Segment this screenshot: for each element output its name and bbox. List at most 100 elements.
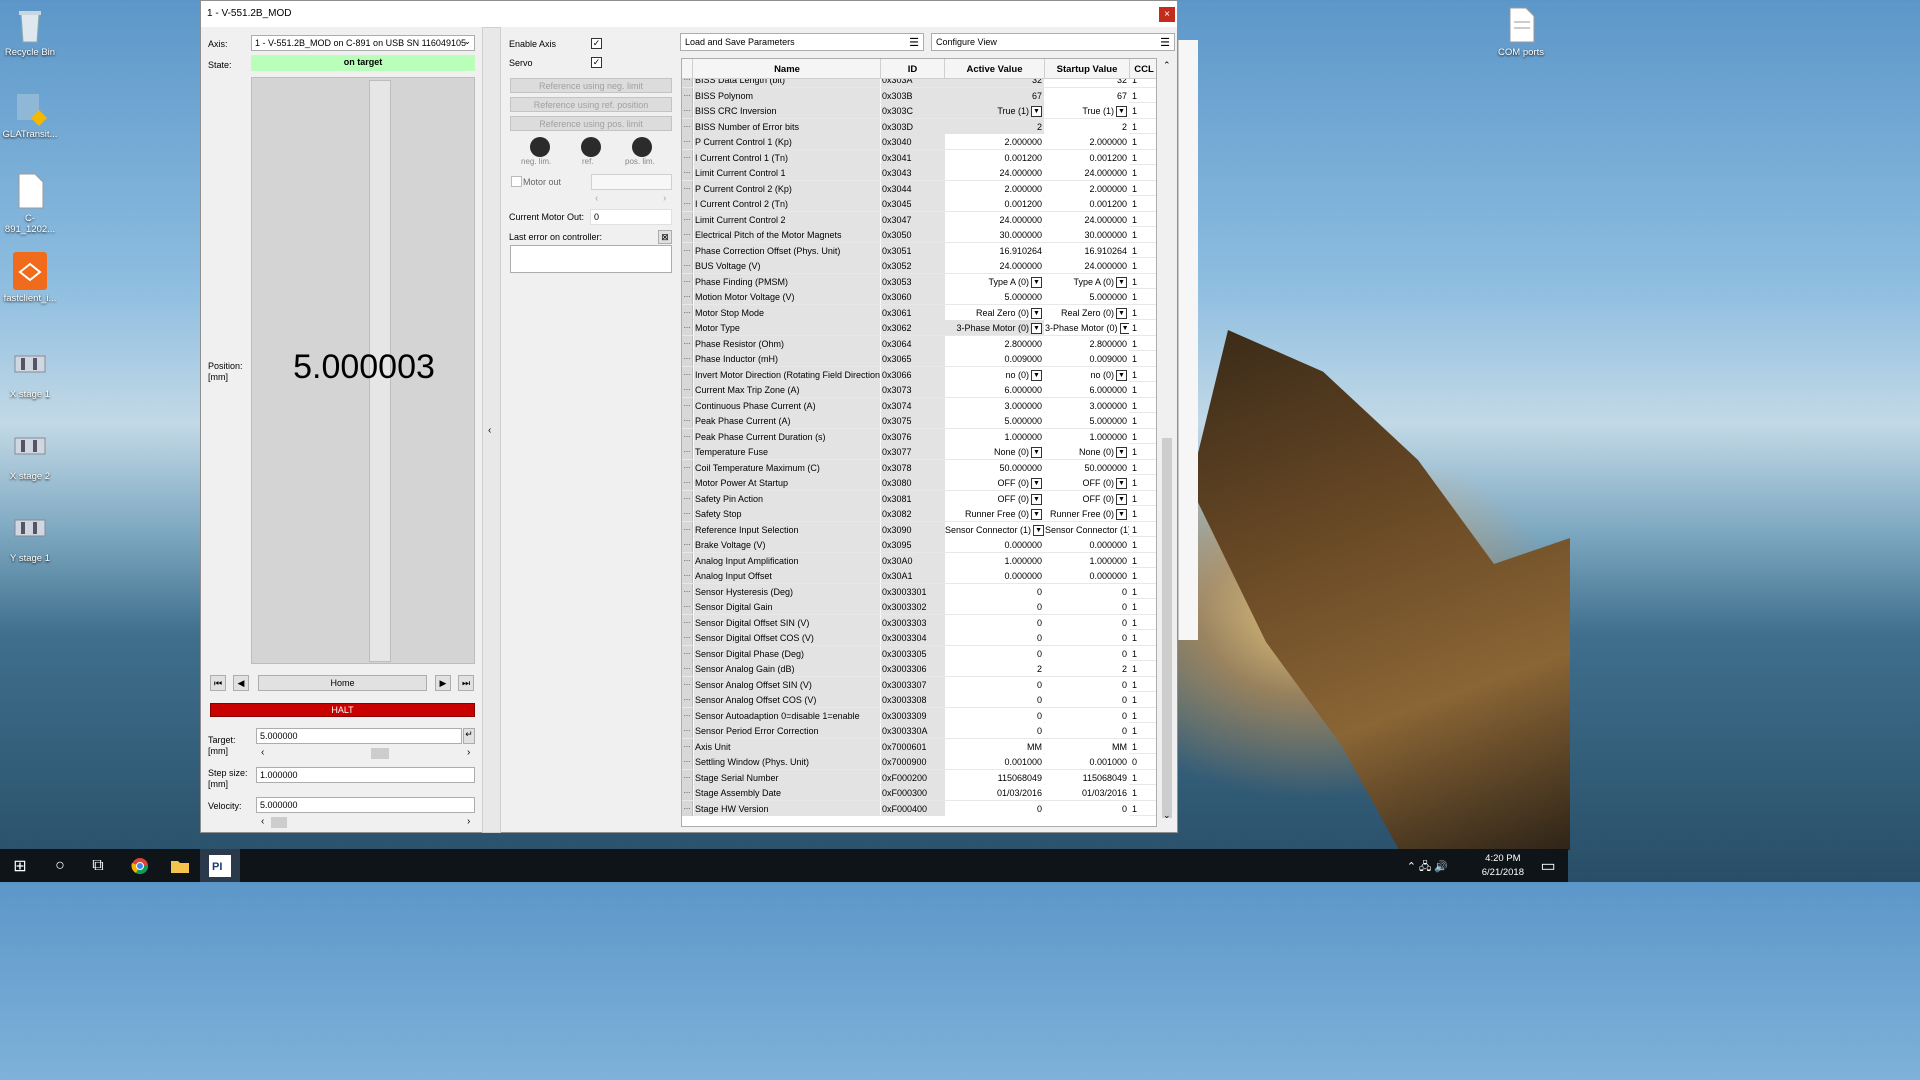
param-active-value[interactable]: 16.910264: [945, 242, 1044, 258]
table-row[interactable]: … Sensor Analog Offset COS (V) 0x3003308 0 0…: [682, 692, 1156, 708]
target-slider-thumb[interactable]: [371, 748, 389, 759]
param-startup-value[interactable]: 3.000000: [1045, 397, 1129, 413]
dropdown-arrow-icon[interactable]: ▼: [1116, 493, 1127, 505]
go-negative-limit-button[interactable]: ⏮: [210, 675, 226, 691]
param-startup-value[interactable]: 16.910264: [1045, 242, 1129, 258]
table-row[interactable]: … Analog Input Offset 0x30A1 0.000000 0.0000…: [682, 568, 1156, 584]
grid-scrollbar[interactable]: ⌃ ⌄: [1160, 58, 1174, 827]
reference-pos-limit-button[interactable]: Reference using pos. limit: [510, 116, 672, 131]
param-startup-value[interactable]: Runner Free (0) ▼: [1045, 506, 1129, 521]
param-startup-value[interactable]: 2: [1045, 118, 1129, 134]
chevron-down-icon[interactable]: ⌄: [1163, 810, 1171, 821]
table-row[interactable]: … Coil Temperature Maximum (C) 0x3078 50.00…: [682, 459, 1156, 475]
param-startup-value[interactable]: OFF (0) ▼: [1045, 490, 1129, 506]
velocity-slider-right-arrow[interactable]: ›: [467, 816, 470, 827]
dropdown-arrow-icon[interactable]: ▼: [1031, 106, 1042, 118]
table-row[interactable]: … Limit Current Control 2 0x3047 24.000000 2…: [682, 211, 1156, 227]
table-row[interactable]: … Sensor Digital Phase (Deg) 0x3003305 0 0 1: [682, 645, 1156, 661]
table-row[interactable]: … Stage HW Version 0xF000400 0 0 1: [682, 800, 1156, 816]
servo-checkbox[interactable]: ✓: [591, 57, 602, 68]
param-startup-value[interactable]: 24.000000: [1045, 211, 1129, 227]
motor-out-slider-left[interactable]: ‹: [595, 193, 598, 204]
table-row[interactable]: … BISS Number of Error bits 0x303D 2 2 1: [682, 118, 1156, 134]
param-startup-value[interactable]: Sensor Connector (1)▼: [1045, 521, 1129, 537]
header-active-value[interactable]: Active Value: [945, 59, 1045, 79]
chevron-up-icon[interactable]: ⌃: [1163, 60, 1171, 71]
desktop-icon-recycle-bin[interactable]: Recycle Bin: [0, 6, 60, 58]
param-startup-value[interactable]: OFF (0) ▼: [1045, 475, 1129, 490]
enable-axis-checkbox[interactable]: ✓: [591, 38, 602, 49]
table-row[interactable]: … Phase Inductor (mH) 0x3065 0.009000 0.0090…: [682, 351, 1156, 367]
param-active-value[interactable]: 0: [945, 599, 1044, 614]
param-active-value[interactable]: 0.000000: [945, 537, 1044, 552]
axis-select[interactable]: 1 - V-551.2B_MOD on C-891 on USB SN 1160…: [251, 35, 475, 51]
param-startup-value[interactable]: 0.001200: [1045, 196, 1129, 211]
dropdown-arrow-icon[interactable]: ▼: [1031, 509, 1042, 521]
table-row[interactable]: … Safety Stop 0x3082 Runner Free (0) ▼ Runner…: [682, 506, 1156, 522]
param-startup-value[interactable]: 0: [1045, 692, 1129, 707]
table-row[interactable]: … P Current Control 1 (Kp) 0x3040 2.000000 2…: [682, 134, 1156, 150]
dropdown-arrow-icon[interactable]: ▼: [1116, 106, 1127, 118]
step-forward-button[interactable]: ▶: [435, 675, 451, 691]
param-startup-value[interactable]: 24.000000: [1045, 165, 1129, 180]
search-button[interactable]: ○: [40, 849, 80, 882]
dropdown-arrow-icon[interactable]: ▼: [1116, 276, 1127, 288]
param-active-value[interactable]: 115068049: [945, 769, 1044, 785]
param-active-value[interactable]: 5.000000: [945, 289, 1044, 304]
table-row[interactable]: … Sensor Digital Offset SIN (V) 0x3003303 0…: [682, 614, 1156, 630]
close-button[interactable]: ×: [1159, 7, 1175, 22]
table-row[interactable]: … Motor Type 0x3062 3-Phase Motor (0) ▼ 3-Pha…: [682, 320, 1156, 336]
table-row[interactable]: … Sensor Period Error Correction 0x300330A…: [682, 723, 1156, 739]
dropdown-arrow-icon[interactable]: ▼: [1116, 478, 1127, 490]
table-row[interactable]: … Limit Current Control 1 0x3043 24.000000 2…: [682, 165, 1156, 181]
param-active-value[interactable]: 0.000000: [945, 568, 1044, 583]
table-row[interactable]: … Brake Voltage (V) 0x3095 0.000000 0.000000…: [682, 537, 1156, 553]
param-active-value[interactable]: 1.000000: [945, 428, 1044, 444]
table-row[interactable]: … Phase Resistor (Ohm) 0x3064 2.800000 2.800…: [682, 335, 1156, 351]
param-active-value[interactable]: 67: [945, 87, 1044, 103]
motor-out-slider-right[interactable]: ›: [663, 193, 666, 204]
param-active-value[interactable]: True (1) ▼: [945, 103, 1044, 118]
start-button[interactable]: ⊞: [0, 849, 40, 882]
header-ccl[interactable]: CCL: [1130, 59, 1156, 79]
table-row[interactable]: … Stage Serial Number 0xF000200 115068049 11…: [682, 769, 1156, 785]
desktop-icon-x-stage-2[interactable]: X stage 2: [0, 430, 60, 482]
param-active-value[interactable]: Sensor Connector (1) ▼: [945, 521, 1044, 537]
param-active-value[interactable]: 24.000000: [945, 258, 1044, 273]
param-active-value[interactable]: 2.800000: [945, 335, 1044, 351]
table-row[interactable]: … Reference Input Selection 0x3090 Sensor C…: [682, 521, 1156, 537]
param-active-value[interactable]: 0: [945, 723, 1044, 738]
param-active-value[interactable]: 50.000000: [945, 459, 1044, 475]
param-startup-value[interactable]: 0: [1045, 676, 1129, 692]
param-startup-value[interactable]: True (1) ▼: [1045, 103, 1129, 118]
target-slider-right-arrow[interactable]: ›: [467, 747, 470, 758]
desktop-icon-glatransit[interactable]: GLATransit...: [0, 88, 60, 140]
table-row[interactable]: … Invert Motor Direction (Rotating Field …: [682, 366, 1156, 382]
table-row[interactable]: … Analog Input Amplification 0x30A0 1.00000…: [682, 552, 1156, 568]
velocity-slider-thumb[interactable]: [271, 817, 287, 828]
table-row[interactable]: … Electrical Pitch of the Motor Magnets 0x…: [682, 227, 1156, 243]
desktop-icon-fastclient[interactable]: fastclient_i...: [0, 252, 60, 304]
table-row[interactable]: … Axis Unit 0x7000601 MM MM 1: [682, 738, 1156, 754]
param-startup-value[interactable]: 0: [1045, 630, 1129, 645]
step-size-input[interactable]: 1.000000: [256, 767, 475, 783]
table-row[interactable]: … Sensor Digital Gain 0x3003302 0 0 1: [682, 599, 1156, 615]
param-active-value[interactable]: 6.000000: [945, 382, 1044, 397]
configure-view-dropdown[interactable]: Configure View ☰: [931, 33, 1175, 51]
reference-ref-position-button[interactable]: Reference using ref. position: [510, 97, 672, 112]
param-active-value[interactable]: 0.009000: [945, 351, 1044, 366]
grid-scrollbar-thumb[interactable]: [1162, 438, 1172, 818]
param-active-value[interactable]: 0: [945, 614, 1044, 630]
param-active-value[interactable]: Real Zero (0) ▼: [945, 304, 1044, 320]
header-startup-value[interactable]: Startup Value: [1045, 59, 1130, 79]
param-active-value[interactable]: 0: [945, 692, 1044, 707]
param-startup-value[interactable]: 0: [1045, 800, 1129, 816]
table-row[interactable]: … Settling Window (Phys. Unit) 0x7000900 0.…: [682, 754, 1156, 770]
param-startup-value[interactable]: no (0) ▼: [1045, 366, 1129, 382]
table-row[interactable]: … Motor Power At Startup 0x3080 OFF (0) ▼ OFF…: [682, 475, 1156, 491]
param-startup-value[interactable]: Type A (0) ▼: [1045, 273, 1129, 289]
param-startup-value[interactable]: 5.000000: [1045, 413, 1129, 428]
param-startup-value[interactable]: 30.000000: [1045, 227, 1129, 242]
param-startup-value[interactable]: 0.000000: [1045, 537, 1129, 552]
param-startup-value[interactable]: 115068049: [1045, 769, 1129, 785]
